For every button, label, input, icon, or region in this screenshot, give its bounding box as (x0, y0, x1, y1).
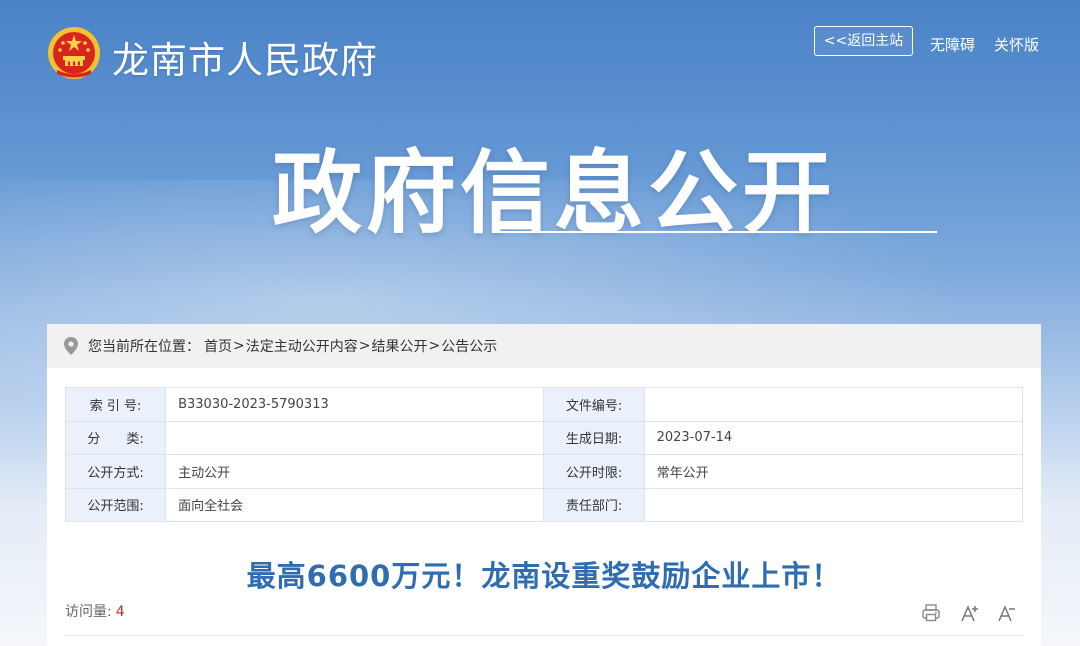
meta-key: 文件编号: (543, 387, 645, 422)
article-title: 最高6600万元！龙南设重奖鼓励企业上市！ (246, 559, 842, 593)
breadcrumb-separator: > (358, 338, 371, 354)
content-panel: 您当前所在位置： 首页 > 法定主动公开内容 > 结果公开 > 公告公示 索 引… (47, 324, 1041, 646)
visit-counter: 访问量: 4 (65, 601, 125, 621)
breadcrumb-separator: > (428, 338, 441, 354)
meta-value: 主动公开 (165, 454, 545, 489)
meta-value (643, 487, 1024, 522)
breadcrumb-label: 您当前所在位置： (88, 339, 200, 355)
breadcrumb-home[interactable]: 首页 (204, 336, 232, 356)
hero-underline (496, 231, 937, 233)
meta-key: 责任部门: (543, 487, 645, 522)
font-increase-icon[interactable] (960, 603, 980, 623)
meta-value: B33030-2023-5790313 (165, 387, 545, 422)
breadcrumb-statutory[interactable]: 法定主动公开内容 (246, 336, 358, 356)
care-mode-link[interactable]: 关怀版 (994, 34, 1039, 55)
meta-key: 索 引 号: (64, 387, 167, 422)
breadcrumb-separator: > (233, 338, 245, 354)
document-meta-table: 索 引 号: B33030-2023-5790313 文件编号: 分 类: 生成… (64, 387, 1024, 522)
national-emblem-icon (48, 27, 100, 79)
table-row: 公开范围: 面向全社会 责任部门: (64, 487, 1024, 522)
meta-key: 公开方式: (64, 454, 167, 489)
meta-key: 公开范围: (64, 487, 167, 522)
meta-value (165, 420, 545, 455)
location-pin-icon (64, 337, 78, 355)
font-decrease-icon[interactable] (997, 603, 1017, 623)
meta-key: 分 类: (64, 420, 167, 455)
breadcrumb-announcements[interactable]: 公告公示 (441, 336, 497, 356)
accessibility-link[interactable]: 无障碍 (930, 34, 975, 55)
breadcrumb: 您当前所在位置： 首页 > 法定主动公开内容 > 结果公开 > 公告公示 (47, 324, 1041, 368)
divider (65, 635, 1023, 636)
meta-key: 生成日期: (543, 420, 645, 455)
meta-value: 面向全社会 (165, 487, 545, 522)
breadcrumb-results[interactable]: 结果公开 (371, 336, 427, 356)
visit-count: 4 (115, 604, 125, 620)
printer-icon[interactable] (921, 603, 941, 623)
visit-label: 访问量: (65, 604, 112, 620)
table-row: 索 引 号: B33030-2023-5790313 文件编号: (64, 387, 1024, 422)
meta-key: 公开时限: (543, 454, 645, 489)
meta-value: 常年公开 (643, 454, 1024, 489)
back-to-main-site-button[interactable]: <<返回主站 (814, 26, 913, 56)
table-row: 分 类: 生成日期: 2023-07-14 (64, 420, 1024, 455)
meta-value: 2023-07-14 (643, 420, 1024, 455)
table-row: 公开方式: 主动公开 公开时限: 常年公开 (64, 454, 1024, 489)
site-title[interactable]: 龙南市人民政府 (112, 30, 378, 84)
meta-value (643, 387, 1024, 422)
